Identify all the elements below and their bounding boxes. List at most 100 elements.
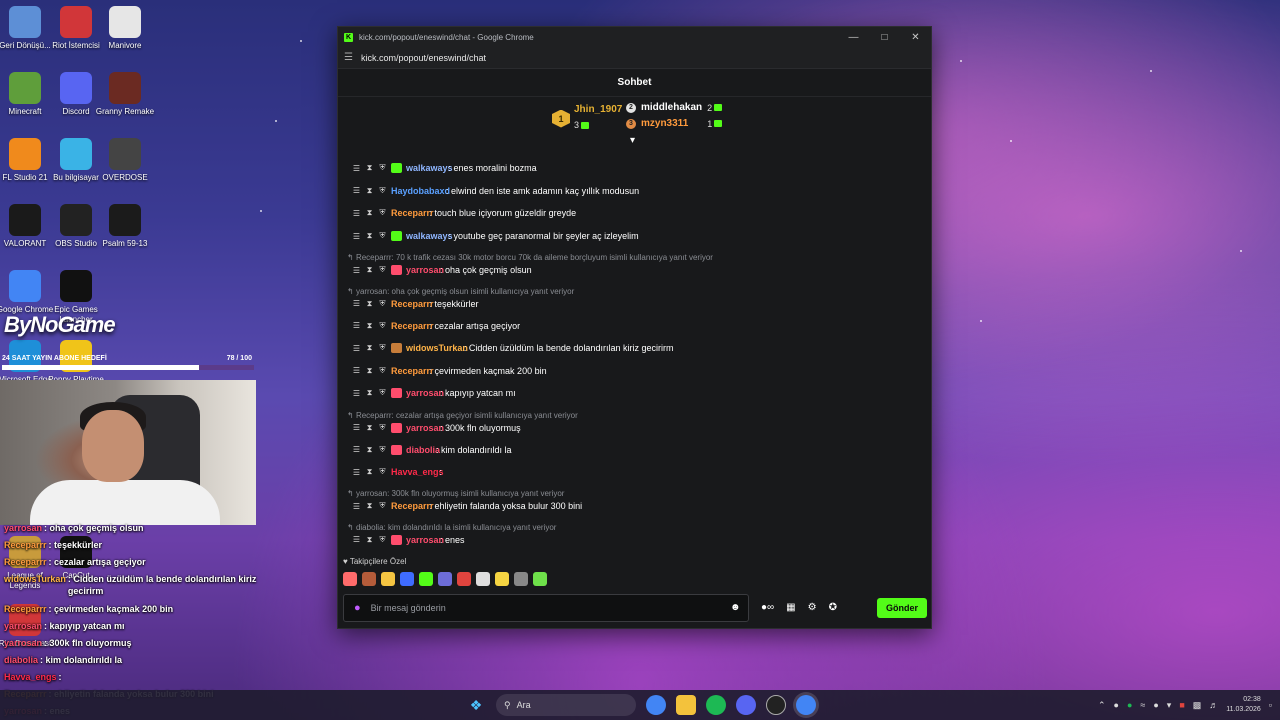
ban-shield-icon[interactable]: ⛨ [378, 265, 387, 275]
reply-context[interactable]: ↰ diabolia: kim dolandırıldı la isimli k… [347, 523, 556, 532]
microphone-tray-icon[interactable]: ▾ [1167, 700, 1172, 711]
delete-message-icon[interactable]: ☰ [352, 366, 361, 375]
address-bar[interactable]: ☰ kick.com/popout/eneswind/chat [338, 47, 931, 69]
timeout-icon[interactable]: ⧗ [365, 299, 374, 309]
spotify-tray-icon[interactable]: ● [1127, 700, 1132, 710]
emote-icon[interactable] [438, 572, 452, 586]
discord-tray-icon[interactable]: ● [1114, 700, 1119, 710]
ban-shield-icon[interactable]: ⛨ [378, 501, 387, 511]
chat-username[interactable]: yarrosan [406, 388, 444, 398]
timeout-icon[interactable]: ⧗ [365, 501, 374, 511]
chat-username[interactable]: diabolia [406, 445, 440, 455]
chat-username[interactable]: widowsTurkan [406, 343, 468, 353]
chat-username[interactable]: yarrosan [406, 265, 444, 275]
timeout-icon[interactable]: ⧗ [365, 231, 374, 241]
chat-message[interactable]: ☰ ⧗ ⛨ walkaways: enes moralini bozma [338, 157, 931, 180]
delete-message-icon[interactable]: ☰ [352, 535, 361, 544]
emoji-picker-icon[interactable]: ☻ [730, 602, 748, 613]
desktop-shortcut[interactable]: Psalm 59-13 [93, 204, 157, 249]
chat-message[interactable]: ☰ ⧗ ⛨ Receparrr: çevirmeden kaçmak 200 bin [338, 360, 931, 383]
minimize-icon[interactable]: — [838, 32, 869, 43]
chat-username[interactable]: Haydobabaxd [391, 186, 450, 196]
notifications-icon[interactable]: ▫ [1269, 700, 1272, 710]
emote-icon[interactable] [476, 572, 490, 586]
ban-shield-icon[interactable]: ⛨ [378, 467, 387, 477]
delete-message-icon[interactable]: ☰ [352, 232, 361, 241]
chat-message[interactable]: ☰ ⧗ ⛨ Receparrr: touch blue içiyorum güzeld… [338, 202, 931, 225]
ban-shield-icon[interactable]: ⛨ [378, 321, 387, 331]
delete-message-icon[interactable]: ☰ [352, 389, 361, 398]
emote-icon[interactable] [514, 572, 528, 586]
chat-message[interactable]: ↰ Receparrr: 70 k trafik cezası 30k moto… [338, 247, 931, 281]
ban-shield-icon[interactable]: ⛨ [378, 366, 387, 376]
emote-icon[interactable] [419, 572, 433, 586]
ban-shield-icon[interactable]: ⛨ [378, 343, 387, 353]
desktop-shortcut[interactable]: OVERDOSE [93, 138, 157, 183]
emote-icon[interactable] [400, 572, 414, 586]
reply-context[interactable]: ↰ Receparrr: cezalar artışa geçiyor isim… [347, 411, 578, 420]
chat-message[interactable]: ☰ ⧗ ⛨ walkaways: youtube geç paranormal bir… [338, 225, 931, 248]
delete-message-icon[interactable]: ☰ [352, 164, 361, 173]
chat-message[interactable]: ☰ ⧗ ⛨ Haydobabaxd: elwind den iste amk adam… [338, 180, 931, 203]
leader-third[interactable]: 3 mzyn3311 1 [626, 118, 723, 129]
chat-message-input[interactable] [370, 602, 730, 613]
chat-message[interactable]: ↰ Receparrr: cezalar artışa geçiyor isim… [338, 405, 931, 439]
timeout-icon[interactable]: ⧗ [365, 321, 374, 331]
chrome-active-taskbar-icon[interactable] [796, 695, 816, 715]
file-explorer-icon[interactable] [676, 695, 696, 715]
ban-shield-icon[interactable]: ⛨ [378, 186, 387, 196]
chat-message[interactable]: ↰ yarrosan: 300k fln oluyormuş isimli ku… [338, 483, 931, 517]
chat-message[interactable]: ☰ ⧗ ⛨ widowsTurkan: Cidden üzüldüm la bende… [338, 337, 931, 360]
chat-message[interactable]: ☰ ⧗ ⛨ Havva_engs: [338, 461, 931, 484]
chat-username[interactable]: walkaways [406, 163, 453, 173]
volume-icon[interactable]: ♬ [1209, 700, 1218, 710]
site-settings-icon[interactable]: ☰ [344, 52, 353, 63]
users-icon[interactable]: ●∞ [761, 602, 774, 613]
collapse-leaderboard-icon[interactable]: ▾ [630, 135, 635, 146]
reply-context[interactable]: ↰ Receparrr: 70 k trafik cezası 30k moto… [347, 253, 713, 262]
timeout-icon[interactable]: ⧗ [365, 423, 374, 433]
chat-message[interactable]: ☰ ⧗ ⛨ Receparrr: cezalar artışa geçiyor [338, 314, 931, 337]
taskbar-search[interactable]: ⚲ Ara [496, 694, 636, 716]
delete-message-icon[interactable]: ☰ [352, 344, 361, 353]
chat-message[interactable]: ↰ yarrosan: oha çok geçmiş olsun isimli … [338, 281, 931, 315]
chat-username[interactable]: Havva_engs [391, 467, 444, 477]
desktop-shortcut[interactable]: Manivore [93, 6, 157, 51]
delete-message-icon[interactable]: ☰ [352, 423, 361, 432]
delete-message-icon[interactable]: ☰ [352, 321, 361, 330]
chat-username[interactable]: Receparrr [391, 208, 434, 218]
leader-first[interactable]: 1 Jhin_1907 3 [552, 104, 622, 133]
chat-username[interactable]: walkaways [406, 231, 453, 241]
ban-shield-icon[interactable]: ⛨ [378, 163, 387, 173]
steam-icon[interactable]: ● [1153, 700, 1158, 710]
timeout-icon[interactable]: ⧗ [365, 265, 374, 275]
timeout-icon[interactable]: ⧗ [365, 208, 374, 218]
emote-icon[interactable] [343, 572, 357, 586]
delete-message-icon[interactable]: ☰ [352, 186, 361, 195]
chrome-taskbar-icon[interactable] [646, 695, 666, 715]
chat-input-box[interactable]: ● ☻ [343, 593, 749, 622]
settings-gear-icon[interactable]: ⚙ [808, 602, 817, 613]
maximize-icon[interactable]: □ [869, 32, 900, 43]
emote-icon[interactable] [495, 572, 509, 586]
ban-shield-icon[interactable]: ⛨ [378, 231, 387, 241]
timeout-icon[interactable]: ⧗ [365, 343, 374, 353]
timeout-icon[interactable]: ⧗ [365, 186, 374, 196]
chrome-window[interactable]: K kick.com/popout/eneswind/chat - Google… [337, 26, 932, 629]
delete-message-icon[interactable]: ☰ [352, 468, 361, 477]
store-icon[interactable]: ▦ [786, 602, 795, 613]
desktop-shortcut[interactable]: Granny Remake [93, 72, 157, 117]
discord-taskbar-icon[interactable] [736, 695, 756, 715]
title-bar[interactable]: K kick.com/popout/eneswind/chat - Google… [338, 27, 931, 47]
chat-username[interactable]: yarrosan [406, 535, 444, 545]
microphone-icon[interactable]: ● [354, 602, 361, 614]
timeout-icon[interactable]: ⧗ [365, 445, 374, 455]
emote-icon[interactable] [381, 572, 395, 586]
chat-username[interactable]: Receparrr [391, 299, 434, 309]
ban-shield-icon[interactable]: ⛨ [378, 388, 387, 398]
delete-message-icon[interactable]: ☰ [352, 299, 361, 308]
emote-icon[interactable] [362, 572, 376, 586]
ban-shield-icon[interactable]: ⛨ [378, 445, 387, 455]
ban-shield-icon[interactable]: ⛨ [378, 299, 387, 309]
delete-message-icon[interactable]: ☰ [352, 445, 361, 454]
